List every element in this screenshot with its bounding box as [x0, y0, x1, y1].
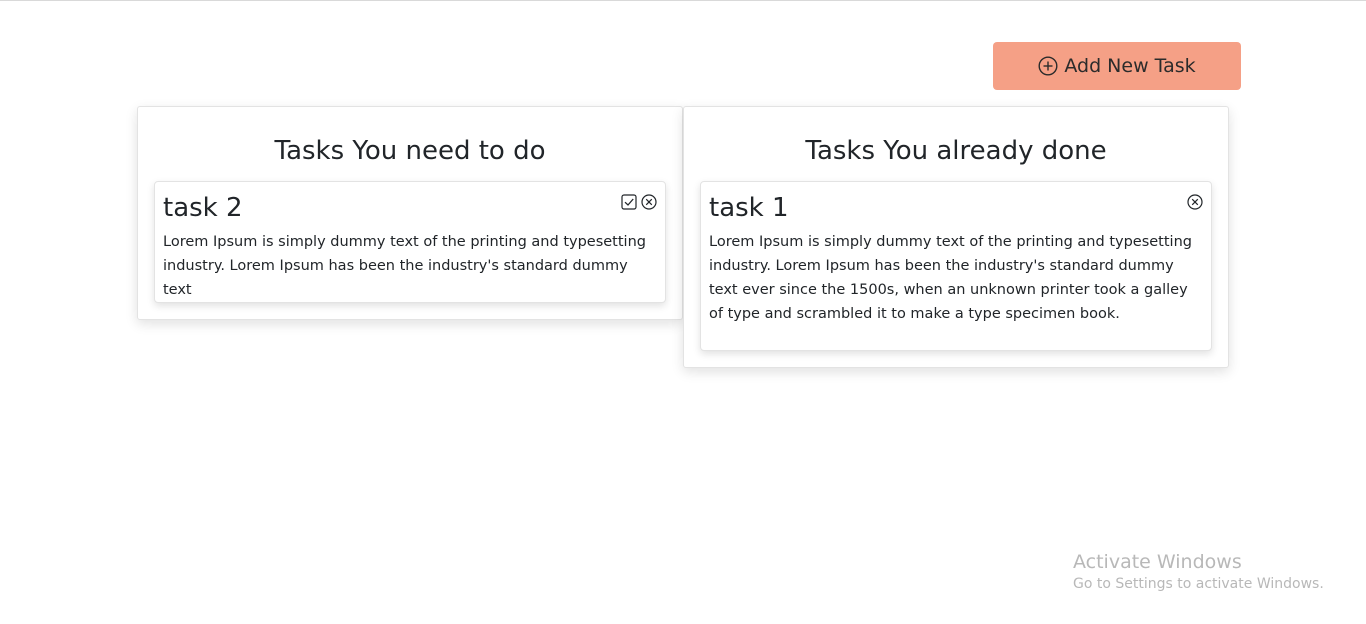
task-title: task 2 [163, 193, 243, 223]
task-card: task 2 Lorem Ipsum is simply dummy text … [154, 181, 666, 303]
task-description: Lorem Ipsum is simply dummy text of the … [163, 234, 646, 298]
task-actions [621, 194, 657, 210]
task-card: task 1 Lorem Ipsum is simply dummy text … [700, 181, 1212, 351]
check-square-icon[interactable] [621, 194, 637, 210]
delete-circle-x-icon[interactable] [1187, 194, 1203, 210]
top-divider [0, 0, 1366, 1]
task-title: task 1 [709, 193, 789, 223]
watermark-title: Activate Windows [1073, 551, 1242, 573]
add-new-task-button[interactable]: Add New Task [993, 42, 1241, 90]
delete-circle-x-icon[interactable] [641, 194, 657, 210]
task-description: Lorem Ipsum is simply dummy text of the … [709, 234, 1192, 322]
todo-panel: Tasks You need to do task 2 Lorem Ipsum … [137, 106, 683, 320]
done-panel-title: Tasks You already done [805, 136, 1107, 166]
watermark-subtitle: Go to Settings to activate Windows. [1073, 576, 1324, 592]
plus-circle-icon [1038, 56, 1058, 76]
add-new-task-label: Add New Task [1064, 55, 1196, 77]
task-actions [1187, 194, 1203, 210]
done-panel: Tasks You already done task 1 Lorem Ipsu… [683, 106, 1229, 368]
activate-windows-watermark: Activate Windows Go to Settings to activ… [1073, 550, 1324, 594]
todo-panel-title: Tasks You need to do [274, 136, 546, 166]
